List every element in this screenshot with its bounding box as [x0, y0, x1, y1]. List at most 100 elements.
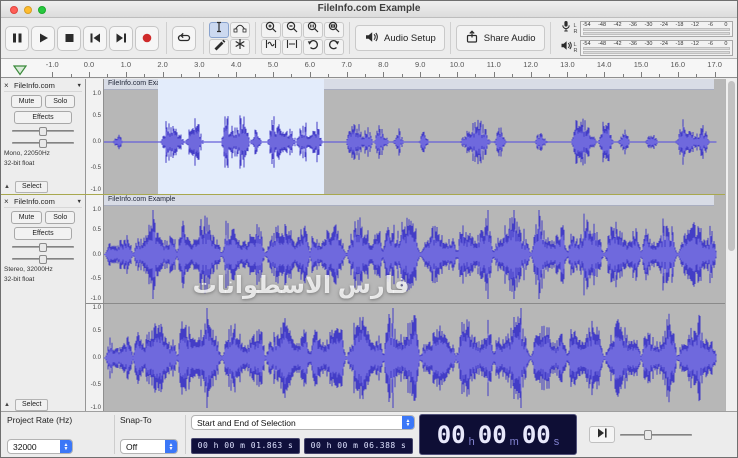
trim-audio-button[interactable] [261, 39, 281, 55]
ruler-tick [347, 72, 348, 77]
ruler-label: 6.0 [305, 60, 315, 69]
vertical-scrollbar-thumb[interactable] [728, 81, 735, 251]
silence-audio-button[interactable] [282, 39, 302, 55]
skip-to-start-button[interactable] [83, 26, 107, 51]
zoom-in-button[interactable] [261, 22, 281, 38]
vertical-scrollbar[interactable] [725, 79, 737, 411]
scale-label: 0.5 [93, 227, 101, 233]
pan-slider[interactable] [12, 255, 74, 264]
ruler-tick [641, 72, 642, 77]
select-button[interactable]: Select [15, 181, 48, 193]
titlebar: FileInfo.com Example [1, 1, 737, 18]
zoom-fit-button[interactable] [324, 22, 344, 38]
loop-button[interactable] [172, 26, 196, 51]
undo-button[interactable] [303, 39, 323, 55]
recording-meter[interactable]: LR -54-48-42-36-30-24-18-12-60 [560, 20, 733, 38]
ruler-tick [494, 72, 495, 77]
play-icon [36, 31, 50, 45]
undo-icon [306, 37, 320, 56]
selection-mode-select[interactable]: Start and End of Selection ▲▼ [191, 415, 415, 430]
track-name[interactable]: FileInfo.com [14, 81, 74, 90]
gain-slider[interactable] [12, 243, 74, 252]
close-window-button[interactable] [10, 6, 18, 14]
zoom-window-button[interactable] [38, 6, 46, 14]
project-rate-select[interactable]: 32000 ▲▼ [7, 439, 73, 454]
record-icon [140, 31, 154, 45]
track-menu-arrow-icon[interactable]: ▼ [77, 199, 82, 205]
minimize-window-button[interactable] [24, 6, 32, 14]
track-menu-arrow-icon[interactable]: ▼ [77, 83, 82, 89]
envelope-tool-button[interactable] [230, 22, 250, 38]
track-close-icon[interactable]: × [4, 81, 11, 91]
pan-slider-thumb[interactable] [39, 139, 47, 148]
recording-meter-bar[interactable]: -54-48-42-36-30-24-18-12-60 [580, 21, 733, 37]
trim-audio-icon [264, 37, 278, 56]
draw-tool-button[interactable] [209, 39, 229, 55]
collapse-track-icon[interactable]: ▲ [4, 402, 10, 408]
record-button[interactable] [135, 26, 159, 51]
meter-scale-label: -24 [660, 22, 668, 28]
meter-scale-label: -42 [614, 41, 622, 47]
multi-tool-button[interactable] [230, 39, 250, 55]
toolbar-separator [203, 22, 204, 54]
collapse-track-icon[interactable]: ▲ [4, 184, 10, 190]
stop-button[interactable] [57, 26, 81, 51]
play-speed-slider[interactable] [620, 430, 692, 440]
play-button[interactable] [31, 26, 55, 51]
waveform-area[interactable]: FileInfo.com Example [104, 195, 725, 303]
timeline-pin-icon[interactable] [13, 63, 27, 81]
effects-button[interactable]: Effects [14, 111, 72, 124]
pause-button[interactable] [5, 26, 29, 51]
scale-label: 0.5 [93, 113, 101, 119]
select-button[interactable]: Select [15, 399, 48, 411]
snap-to-select[interactable]: Off ▲▼ [120, 439, 178, 454]
gain-slider[interactable] [12, 127, 74, 136]
ruler-minor-tick [659, 74, 660, 77]
track-name[interactable]: FileInfo.com [14, 197, 74, 206]
selection-tool-button[interactable] [209, 22, 229, 38]
play-at-speed-button[interactable] [589, 426, 615, 443]
redo-icon [327, 37, 341, 56]
waveform-area[interactable]: FileInfo.com Example [104, 79, 725, 194]
meter-scale-label: -6 [708, 22, 713, 28]
redo-button[interactable] [324, 39, 344, 55]
meter-scale-label: -54 [583, 22, 591, 28]
zoom-selection-button[interactable] [303, 22, 323, 38]
waveform-area[interactable] [104, 304, 725, 412]
effects-button[interactable]: Effects [14, 227, 72, 240]
playback-meter[interactable]: LR -54-48-42-36-30-24-18-12-60 [560, 39, 733, 57]
solo-button[interactable]: Solo [45, 211, 75, 224]
gain-slider-thumb[interactable] [39, 243, 47, 252]
ruler-tick [199, 72, 200, 77]
pan-slider[interactable] [12, 139, 74, 148]
ruler-minor-tick [181, 74, 182, 77]
ruler-minor-tick [255, 74, 256, 77]
meter-scale-label: -12 [691, 22, 699, 28]
skip-to-end-button[interactable] [109, 26, 133, 51]
scale-label: 1.0 [93, 91, 101, 97]
traffic-lights [10, 6, 46, 14]
playback-meter-bar[interactable]: -54-48-42-36-30-24-18-12-60 [580, 40, 733, 56]
mute-button[interactable]: Mute [11, 211, 43, 224]
track-mono: × FileInfo.com ▼ Mute Solo Effects Mono,… [1, 79, 725, 195]
audio-position-display[interactable]: 00h 00m 00s [419, 414, 577, 455]
selection-start-time[interactable]: 00 h 00 m 01.863 s [191, 438, 300, 454]
play-speed-slider-thumb[interactable] [644, 430, 652, 440]
mute-button[interactable]: Mute [11, 95, 43, 108]
play-at-speed-icon [596, 426, 608, 444]
left-channel: 1.00.50.0-0.5-1.0 FileInfo.com Example [86, 195, 725, 303]
selection-end-time[interactable]: 00 h 00 m 06.388 s [304, 438, 413, 454]
meter-toolbar: LR -54-48-42-36-30-24-18-12-60 LR -54-48… [560, 20, 733, 57]
share-audio-button[interactable]: Share Audio [456, 25, 545, 51]
track-close-icon[interactable]: × [4, 197, 11, 207]
ruler-minor-tick [475, 74, 476, 77]
gain-slider-thumb[interactable] [39, 127, 47, 136]
ruler-label: 17.0 [707, 60, 722, 69]
scale-label: -1.0 [91, 296, 101, 302]
meter-channel-labels: LR [574, 42, 578, 54]
solo-button[interactable]: Solo [45, 95, 75, 108]
audio-setup-button[interactable]: Audio Setup [355, 25, 445, 51]
timeline-ruler[interactable]: -1.00.01.02.03.04.05.06.07.08.09.010.011… [1, 59, 737, 78]
zoom-out-button[interactable] [282, 22, 302, 38]
pan-slider-thumb[interactable] [39, 255, 47, 264]
